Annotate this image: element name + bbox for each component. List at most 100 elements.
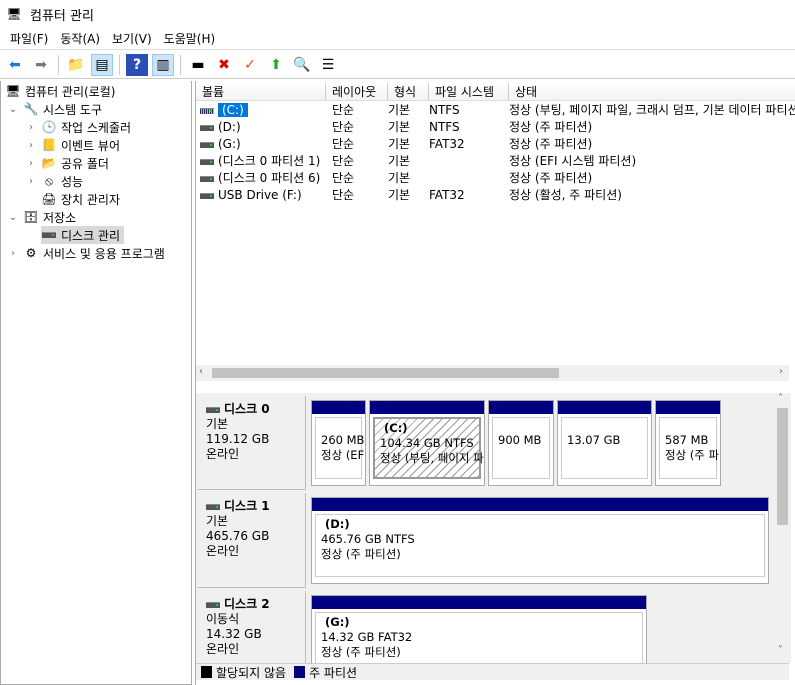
column-header-filesystem[interactable]: 파일 시스템 (429, 83, 509, 100)
volume-row[interactable]: (디스크 0 파티션 1) 단순 기본 정상 (EFI 시스템 파티션) (196, 152, 795, 169)
forward-icon[interactable]: ➡ (30, 54, 52, 76)
disk-size: 14.32 GB (206, 627, 262, 641)
volume-name: (D:) (218, 119, 241, 134)
volume-status: 정상 (부팅, 페이지 파일, 크래시 덤프, 기본 데이터 파티션) (509, 103, 795, 117)
tree-item-shared-folders[interactable]: › 📂 공유 폴더 (25, 154, 109, 172)
show-hide-tree-icon[interactable]: ▤ (91, 53, 113, 76)
partition-size: 465.76 GB NTFS (321, 532, 415, 546)
partition-size: 104.34 GB NTFS (380, 436, 474, 450)
search-icon[interactable]: 🔍 (291, 54, 313, 76)
tree-item-device-manager[interactable]: 🖨 장치 관리자 (41, 190, 120, 208)
column-header-layout[interactable]: 레이아웃 (326, 83, 388, 100)
partition-type-bar (312, 596, 646, 609)
partition-name: (D:) (325, 517, 350, 531)
volume-row[interactable]: (디스크 0 파티션 6) 단순 기본 정상 (주 파티션) (196, 169, 795, 186)
toolbar-separator (119, 54, 120, 75)
column-header-type[interactable]: 형식 (388, 83, 429, 100)
disk-label[interactable]: 디스크 0 기본 119.12 GB 온라인 (198, 396, 306, 490)
drive-icon (200, 159, 214, 165)
tree-item-task-scheduler[interactable]: › 🕒 작업 스케줄러 (25, 118, 131, 136)
disk-size: 465.76 GB (206, 529, 270, 543)
drive-icon (200, 192, 214, 199)
chevron-right-icon[interactable]: › (7, 248, 19, 259)
partition-block[interactable]: (C:)104.34 GB NTFS정상 (부팅, 페이지 파일) (369, 400, 485, 486)
properties-icon[interactable]: ☰ (317, 54, 339, 76)
partition-size: 587 MB (665, 433, 709, 447)
services-icon: ⚙ (25, 246, 37, 260)
volume-layout: 단순 (332, 103, 355, 117)
volume-layout: 단순 (332, 137, 355, 151)
chevron-right-icon[interactable]: › (25, 140, 37, 151)
chevron-down-icon[interactable]: ⌄ (7, 212, 19, 223)
tree-item-services-applications[interactable]: › ⚙ 서비스 및 응용 프로그램 (7, 244, 165, 262)
event-viewer-icon: 📒 (41, 138, 57, 152)
legend-primary: 주 파티션 (309, 665, 358, 680)
connect-drive-icon[interactable]: ▬ (187, 54, 209, 76)
volume-row[interactable]: (D:) 단순 기본 NTFS 정상 (주 파티션) (196, 118, 795, 135)
partition-type-bar (656, 401, 720, 414)
disk-label[interactable]: 디스크 2 이동식 14.32 GB 온라인 (198, 591, 306, 663)
back-icon[interactable]: ⬅ (4, 54, 26, 76)
tree-item-system-tools[interactable]: ⌄ 🔧 시스템 도구 (7, 100, 102, 118)
volume-type: 기본 (388, 188, 411, 202)
disk-status: 온라인 (206, 447, 240, 461)
partition-block[interactable]: 587 MB정상 (주 파티션) (655, 400, 721, 486)
partition-block[interactable]: 900 MB (488, 400, 554, 486)
volume-type: 기본 (388, 103, 411, 117)
tree-item-event-viewer[interactable]: › 📒 이벤트 뷰어 (25, 136, 120, 154)
partition-block[interactable]: (D:) 465.76 GB NTFS 정상 (주 파티션) (311, 497, 769, 584)
menu-action[interactable]: 동작(A) (54, 30, 106, 47)
partition-status: 정상 (부팅, 페이지 파일) (380, 451, 484, 465)
import-icon[interactable]: ⬆ (265, 54, 287, 76)
tree-item-performance[interactable]: › ⦸ 성능 (25, 172, 83, 190)
computer-icon: 🖥 (5, 84, 21, 98)
clock-icon: 🕒 (41, 120, 57, 134)
chevron-right-icon[interactable]: › (25, 122, 37, 133)
volume-status: 정상 (주 파티션) (509, 171, 593, 185)
help-icon[interactable]: ? (126, 53, 148, 76)
check-icon[interactable]: ✓ (239, 54, 261, 76)
menu-help[interactable]: 도움말(H) (158, 30, 222, 47)
menu-view[interactable]: 보기(V) (106, 30, 158, 47)
partition-size: 900 MB (498, 433, 542, 447)
partition-block[interactable]: 260 MB정상 (EFI 시스템 파티션) (311, 400, 366, 486)
toolbar: ⬅ ➡ 📁 ▤ ? ▥ ▬ ✖ ✓ ⬆ 🔍 ☰ (0, 51, 795, 79)
volume-status: 정상 (EFI 시스템 파티션) (509, 154, 637, 168)
partition-block[interactable]: (G:) 14.32 GB FAT32 정상 (주 파티션) (311, 595, 647, 663)
legend-swatch-primary (294, 666, 306, 678)
column-header-volume[interactable]: 볼륨 (196, 83, 326, 100)
drive-icon (200, 176, 214, 182)
tree-item-storage[interactable]: ⌄ 🗄 저장소 (7, 208, 76, 226)
disk-label[interactable]: 디스크 1 기본 465.76 GB 온라인 (198, 493, 306, 588)
show-action-pane-icon[interactable]: ▥ (152, 53, 174, 76)
menu-file[interactable]: 파일(F) (4, 30, 54, 47)
partition-block[interactable]: 13.07 GB (557, 400, 652, 486)
disk-type: 기본 (206, 514, 229, 528)
disk-status: 온라인 (206, 642, 240, 656)
scrollbar-thumb[interactable] (777, 408, 788, 525)
drive-icon (200, 124, 214, 131)
chevron-right-icon[interactable]: › (25, 158, 37, 169)
up-folder-icon[interactable]: 📁 (65, 54, 87, 76)
tree-item-disk-management[interactable]: 디스크 관리 (41, 226, 125, 244)
partition-type-bar (312, 498, 768, 511)
volume-filesystem: NTFS (429, 102, 460, 117)
partition-size: 13.07 GB (567, 433, 621, 447)
delete-icon[interactable]: ✖ (213, 54, 235, 76)
horizontal-scrollbar[interactable]: ‹ › (196, 365, 789, 381)
disk-icon (206, 504, 220, 510)
volume-row[interactable]: USB Drive (F:) 단순 기본 FAT32 정상 (활성, 주 파티션) (196, 186, 795, 203)
volume-list-header: 볼륨 레이아웃 형식 파일 시스템 상태 (196, 83, 795, 101)
vertical-scrollbar[interactable]: ˄ ˅ (774, 393, 791, 663)
tree-item-computer-management[interactable]: 🖥 컴퓨터 관리(로컬) (5, 82, 115, 100)
volume-layout: 단순 (332, 154, 355, 168)
partition-type-bar (558, 401, 651, 414)
chevron-right-icon[interactable]: › (25, 176, 37, 187)
volume-row[interactable]: (C:) 단순 기본 NTFS 정상 (부팅, 페이지 파일, 크래시 덤프, 기본 데… (196, 101, 795, 118)
chevron-down-icon[interactable]: ⌄ (7, 104, 19, 115)
volume-name: (C:) (218, 102, 248, 117)
disk-name: 디스크 2 (224, 597, 270, 611)
volume-row[interactable]: (G:) 단순 기본 FAT32 정상 (주 파티션) (196, 135, 795, 152)
scrollbar-thumb[interactable] (212, 368, 559, 378)
column-header-status[interactable]: 상태 (509, 83, 795, 100)
